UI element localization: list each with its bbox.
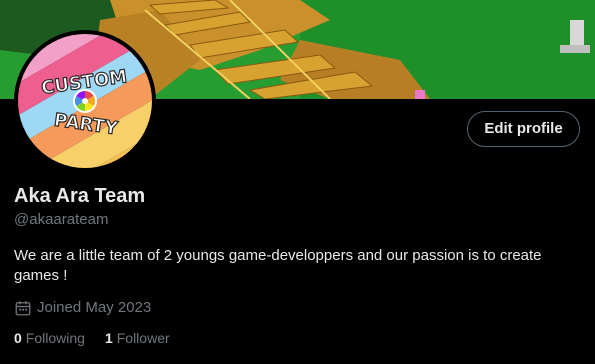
followers-count: 1: [104, 330, 113, 346]
calendar-icon: [14, 299, 32, 317]
followers-label: Follower: [116, 330, 170, 346]
joined-date-text: Joined May 2023: [37, 299, 152, 316]
profile-stats: 0 Following 1 Follower: [14, 328, 170, 348]
following-link[interactable]: 0 Following: [14, 328, 85, 348]
profile-display-name: Aka Ara Team: [14, 185, 146, 207]
followers-link[interactable]: 1 Follower: [105, 328, 170, 348]
profile-avatar[interactable]: CUSTOM PARTY: [14, 30, 156, 172]
following-label: Following: [25, 330, 85, 346]
edit-profile-button[interactable]: Edit profile: [467, 111, 580, 147]
profile-handle: @akaarateam: [14, 211, 109, 228]
profile-joined-date: Joined May 2023: [14, 298, 151, 318]
following-count: 0: [14, 330, 22, 346]
custom-party-logo: CUSTOM PARTY: [14, 30, 156, 172]
profile-bio: We are a little team of 2 youngs game-de…: [14, 247, 542, 284]
